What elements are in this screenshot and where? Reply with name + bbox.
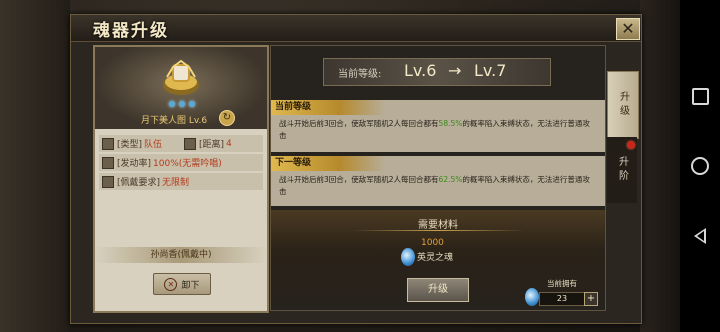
system-navbar xyxy=(680,0,720,332)
attr-row-equip: [佩戴要求] 无限制 xyxy=(99,173,263,190)
attr-row-type-range: [类型] 队伍 [距离] 4 xyxy=(99,135,263,152)
current-rate: 58.5% xyxy=(438,119,463,128)
upgrade-button[interactable]: 升级 xyxy=(407,278,469,302)
level-bar: 当前等级: Lv.6 → Lv.7 xyxy=(323,58,551,86)
unequip-button[interactable]: ✕ 卸下 xyxy=(153,273,211,295)
owned-count: 23 xyxy=(539,292,585,306)
materials-title: 需要材料 xyxy=(418,220,458,231)
tab-upgrade[interactable]: 升级 xyxy=(607,71,639,139)
attr-row-trigger: [发动率] 100%(无需吟唱) xyxy=(99,154,263,171)
level-arrow-icon: → xyxy=(448,61,462,80)
level-to: Lv.7 xyxy=(474,61,507,80)
background-right-edge xyxy=(640,0,680,332)
notification-dot xyxy=(627,141,635,149)
material-name: 英灵之魂 xyxy=(417,253,454,263)
attr-type-value: 队伍 xyxy=(144,140,163,150)
circle-icon xyxy=(691,157,709,175)
range-icon xyxy=(184,137,196,150)
star-dots xyxy=(169,101,195,107)
item-name: 月下美人图 Lv.6 xyxy=(141,116,208,126)
next-rate: 62.5% xyxy=(438,175,463,184)
star-dot xyxy=(179,101,185,107)
level-label: 当前等级: xyxy=(338,69,382,80)
attr-equip-key: [佩戴要求] xyxy=(117,178,161,188)
add-material-button[interactable]: + xyxy=(584,292,598,306)
owner-label: 孙尚香(佩戴中) xyxy=(95,247,267,263)
attr-equip-value: 无限制 xyxy=(162,178,190,188)
owned-soul-gem-icon xyxy=(525,288,539,306)
materials-area: 需要材料 1000 英灵之魂 升级 当前拥有 23 + xyxy=(271,210,605,310)
background-left-edge xyxy=(0,0,70,332)
artifact-icon xyxy=(163,59,199,95)
soul-gem-icon xyxy=(401,248,415,266)
upgrade-window: 魂器升级 ✕ 月下美人图 Lv.6 ↻ [类型] 队伍 [距离] 4 [发动率]… xyxy=(70,14,642,324)
current-level-section: 当前等级 战斗开始后前3回合，使敌军随机2人每回合都有58.5%的概率陷入束缚状… xyxy=(271,100,605,152)
x-circle-icon: ✕ xyxy=(164,277,178,291)
square-icon xyxy=(691,87,709,105)
attr-type-key: [类型] xyxy=(117,140,143,150)
refresh-icon[interactable]: ↻ xyxy=(219,110,235,126)
back-triangle-icon xyxy=(694,228,706,244)
title-bar: 魂器升级 ✕ xyxy=(71,15,641,42)
next-level-section: 下一等级 战斗开始后前3回合，使敌军随机2人每回合都有62.5%的概率陷入束缚状… xyxy=(271,156,605,206)
unequip-label: 卸下 xyxy=(181,280,200,291)
recent-apps-button[interactable] xyxy=(688,84,712,108)
home-button[interactable] xyxy=(688,154,712,178)
close-button[interactable]: ✕ xyxy=(616,18,640,40)
star-dot xyxy=(169,101,175,107)
current-level-desc: 战斗开始后前3回合，使敌军随机2人每回合都有58.5%的概率陷入束缚状态，无法进… xyxy=(279,119,590,140)
material-required-count: 1000 xyxy=(421,238,444,248)
equip-icon xyxy=(102,175,114,188)
next-level-desc: 战斗开始后前3回合，使敌军随机2人每回合都有62.5%的概率陷入束缚状态，无法进… xyxy=(279,175,590,196)
owned-label: 当前拥有 xyxy=(547,279,577,288)
attr-range-value: 4 xyxy=(226,138,232,149)
attr-trigger-value: 100%(无需吟唱) xyxy=(153,159,222,169)
attribute-list: [类型] 队伍 [距离] 4 [发动率] 100%(无需吟唱) [佩戴要求] 无… xyxy=(99,135,263,192)
back-button[interactable] xyxy=(688,224,712,248)
type-icon xyxy=(102,137,114,150)
star-dot xyxy=(189,101,195,107)
window-title: 魂器升级 xyxy=(93,21,169,41)
level-from: Lv.6 xyxy=(404,61,437,80)
trigger-icon xyxy=(102,156,114,169)
next-level-heading: 下一等级 xyxy=(271,156,385,171)
attr-range-key: [距离] xyxy=(199,140,225,150)
current-level-heading: 当前等级 xyxy=(271,100,385,115)
attr-trigger-key: [发动率] xyxy=(117,159,152,169)
item-portrait: 月下美人图 Lv.6 ↻ xyxy=(95,47,267,129)
materials-divider xyxy=(351,230,525,231)
upgrade-panel: 当前等级: Lv.6 → Lv.7 当前等级 战斗开始后前3回合，使敌军随机2人… xyxy=(270,45,606,311)
item-card: 月下美人图 Lv.6 ↻ [类型] 队伍 [距离] 4 [发动率] 100%(无… xyxy=(93,45,269,313)
